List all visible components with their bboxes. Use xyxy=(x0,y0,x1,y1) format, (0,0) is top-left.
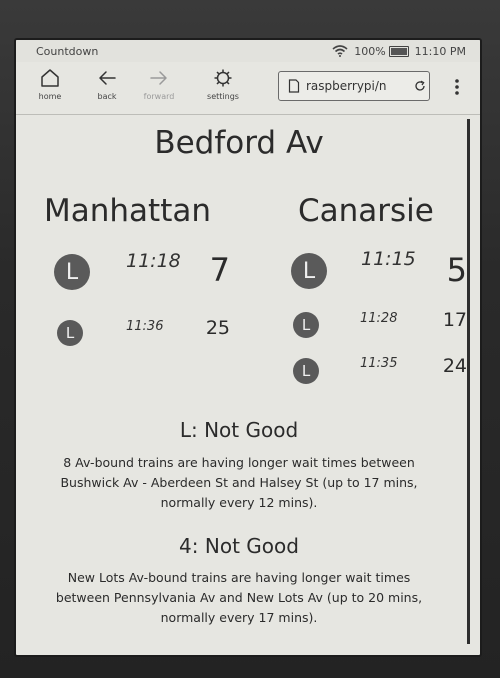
arrival-time: 11:15 xyxy=(361,248,416,270)
direction-title-manhattan: Manhattan xyxy=(44,193,211,229)
home-label: home xyxy=(38,92,62,101)
battery-percent: 100% xyxy=(354,44,386,58)
arrival-time: 11:28 xyxy=(360,311,398,326)
arrival-time: 11:18 xyxy=(126,250,181,272)
gear-icon xyxy=(214,69,232,87)
page-icon xyxy=(288,79,300,93)
alert-line: normally every 12 mins). xyxy=(160,495,318,510)
url-bar[interactable]: raspberrypi/n xyxy=(278,71,430,101)
status-bar: Countdown 100% 11:10 PM xyxy=(16,40,480,62)
reload-icon[interactable] xyxy=(414,80,426,92)
minutes-away: 25 xyxy=(205,317,230,339)
more-options-icon[interactable] xyxy=(454,78,460,96)
back-label: back xyxy=(97,92,117,101)
home-icon xyxy=(41,69,59,87)
alert-title: 4: Not Good xyxy=(179,534,299,558)
back-arrow-icon xyxy=(99,71,116,85)
alert-body: 8 Av-bound trains are having longer wait… xyxy=(36,453,442,513)
battery-fill xyxy=(390,47,407,55)
station-name: Bedford Av xyxy=(154,125,324,161)
line-bullet: L xyxy=(293,358,319,384)
alert-line: normally every 17 mins). xyxy=(160,610,318,625)
alert-line: Bushwick Av - Aberdeen St and Halsey St … xyxy=(60,475,418,490)
alert-body: New Lots Av-bound trains are having long… xyxy=(36,568,442,628)
line-bullet: L xyxy=(293,312,319,338)
alert-line: 8 Av-bound trains are having longer wait… xyxy=(63,455,415,470)
line-bullet: L xyxy=(57,320,83,346)
status-app-title: Countdown xyxy=(36,45,99,58)
alert-line: between Pennsylvania Av and New Lots Av … xyxy=(55,590,423,605)
battery-icon xyxy=(388,45,409,57)
forward-button[interactable]: forward xyxy=(137,68,181,101)
battery-indicator: 100% xyxy=(354,44,409,58)
wifi-icon xyxy=(332,45,348,57)
scrollbar[interactable] xyxy=(467,119,470,644)
minutes-away: 7 xyxy=(209,251,230,289)
home-button[interactable]: home xyxy=(28,68,72,101)
alert-line: New Lots Av-bound trains are having long… xyxy=(67,570,411,585)
line-bullet: L xyxy=(291,253,327,289)
minutes-away: 17 xyxy=(442,309,467,331)
minutes-away: 24 xyxy=(442,355,467,377)
browser-toolbar: home back forward settings raspberrypi/n xyxy=(16,62,480,115)
e-reader-screen: Countdown 100% 11:10 PM home back forwar… xyxy=(14,38,482,657)
status-indicators: 100% 11:10 PM xyxy=(332,43,466,59)
url-text: raspberrypi/n xyxy=(306,79,387,93)
settings-button[interactable]: settings xyxy=(201,68,245,101)
line-bullet: L xyxy=(54,254,90,290)
arrival-time: 11:35 xyxy=(360,356,398,371)
minutes-away: 5 xyxy=(446,251,467,289)
arrival-time: 11:36 xyxy=(126,319,164,334)
forward-label: forward xyxy=(143,92,175,101)
status-clock: 11:10 PM xyxy=(414,44,466,58)
direction-title-canarsie: Canarsie xyxy=(298,193,434,229)
forward-arrow-icon xyxy=(150,71,167,85)
alert-title: L: Not Good xyxy=(179,418,299,442)
back-button[interactable]: back xyxy=(85,68,129,101)
settings-label: settings xyxy=(207,92,239,101)
page-content: Bedford Av Manhattan L 11:18 7 L 11:36 2… xyxy=(16,115,480,655)
